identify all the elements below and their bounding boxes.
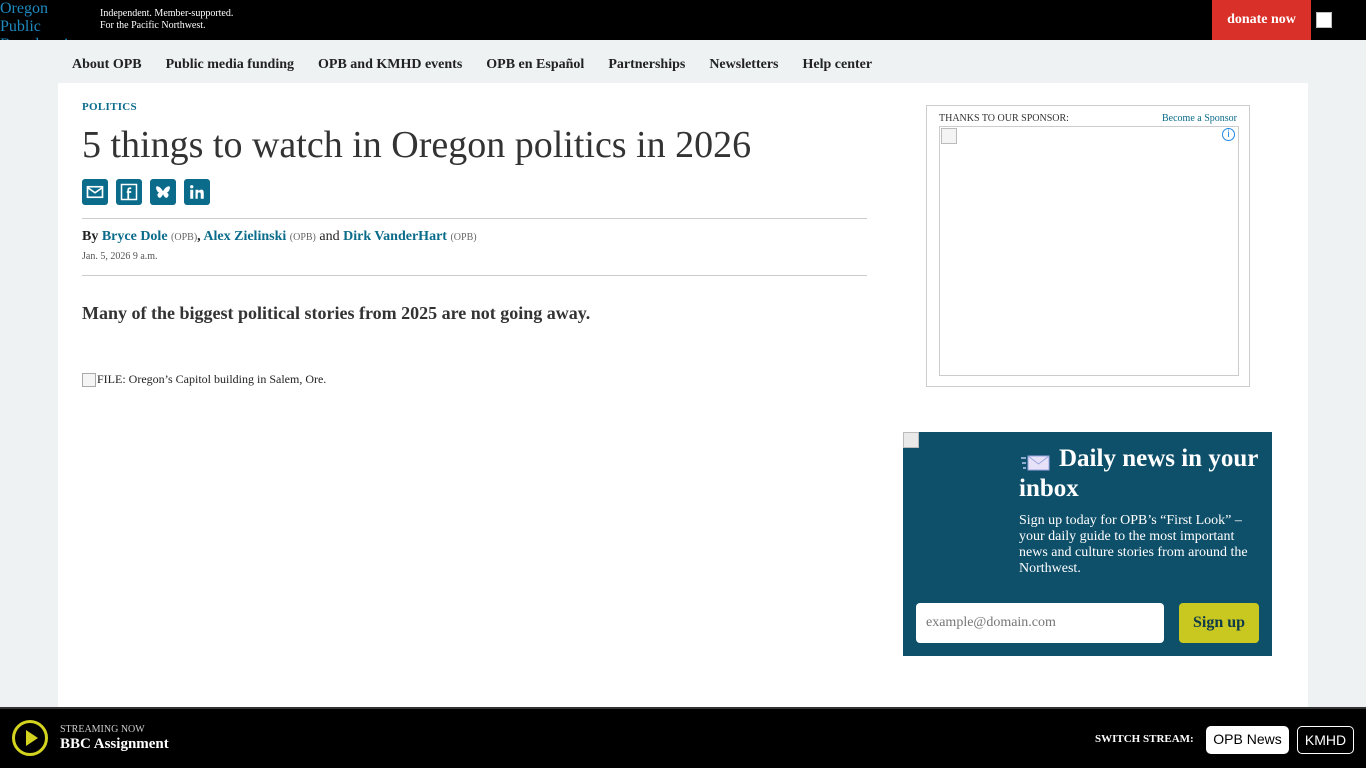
divider xyxy=(82,275,867,276)
main-content: POLITICS 5 things to watch in Oregon pol… xyxy=(58,83,1308,708)
broken-image-icon[interactable] xyxy=(1316,12,1332,28)
email-icon[interactable] xyxy=(82,179,108,205)
author-org: (OPB) xyxy=(171,232,198,243)
broken-image-icon xyxy=(903,432,919,448)
byline-by: By xyxy=(82,229,99,244)
nav-item-help-center[interactable]: Help center xyxy=(803,57,873,73)
signup-button[interactable]: Sign up xyxy=(1179,603,1259,643)
play-icon[interactable] xyxy=(12,720,48,756)
newsletter-signup: Daily news in your inbox Sign up today f… xyxy=(903,432,1272,656)
sponsor-box: THANKS TO OUR SPONSOR: Become a Sponsor … xyxy=(926,105,1250,387)
sponsor-label: THANKS TO OUR SPONSOR: xyxy=(939,113,1069,124)
nav-item-public-media-funding[interactable]: Public media funding xyxy=(166,57,294,73)
newsletter-title: Daily news in your inbox xyxy=(1019,445,1258,502)
article-dek: Many of the biggest political stories fr… xyxy=(82,303,591,323)
author-org: (OPB) xyxy=(450,232,477,243)
tagline-line-1: Independent. Member-supported. xyxy=(100,8,234,19)
publish-date: Jan. 5, 2026 9 a.m. xyxy=(82,251,158,262)
broken-image-icon xyxy=(82,372,96,387)
become-sponsor-link[interactable]: Become a Sponsor xyxy=(1162,113,1237,124)
photo-alt-text: FILE: Oregon’s Capitol building in Salem… xyxy=(97,372,327,386)
bluesky-icon[interactable] xyxy=(150,179,176,205)
broken-image-icon xyxy=(941,128,957,144)
nav-item-newsletters[interactable]: Newsletters xyxy=(709,57,778,73)
top-bar: Oregon Public Broadcasting Independent. … xyxy=(0,0,1366,40)
article-photo: FILE: Oregon’s Capitol building in Salem… xyxy=(82,372,326,387)
section-tag[interactable]: POLITICS xyxy=(82,101,137,113)
donate-button[interactable]: donate now xyxy=(1212,0,1311,40)
streaming-bar: STREAMING NOW BBC Assignment SWITCH STRE… xyxy=(0,707,1366,768)
author-org: (OPB) xyxy=(289,232,316,243)
streaming-title: BBC Assignment xyxy=(60,736,169,752)
author-link-alex-zielinski[interactable]: Alex Zielinski xyxy=(203,229,286,244)
linkedin-icon[interactable] xyxy=(184,179,210,205)
nav-item-events[interactable]: OPB and KMHD events xyxy=(318,57,462,73)
stream-button-kmhd[interactable]: KMHD xyxy=(1297,726,1354,754)
share-bar xyxy=(82,179,210,205)
divider xyxy=(82,218,867,219)
stream-button-opb-news[interactable]: OPB News xyxy=(1206,726,1289,754)
email-field[interactable] xyxy=(916,603,1164,643)
ad-info-icon[interactable]: i xyxy=(1222,128,1235,141)
streaming-label: STREAMING NOW xyxy=(60,724,145,735)
sponsor-ad[interactable]: i xyxy=(939,126,1239,376)
tagline: Independent. Member-supported. For the P… xyxy=(100,8,233,32)
switch-stream-label: SWITCH STREAM: xyxy=(1095,733,1194,745)
author-link-bryce-dole[interactable]: Bryce Dole xyxy=(102,229,168,244)
nav-item-opb-en-espanol[interactable]: OPB en Español xyxy=(486,57,584,73)
article-headline: 5 things to watch in Oregon politics in … xyxy=(82,124,752,166)
nav-item-about-opb[interactable]: About OPB xyxy=(72,57,142,73)
facebook-icon[interactable] xyxy=(116,179,142,205)
secondary-nav: About OPB Public media funding OPB and K… xyxy=(58,47,1308,83)
nav-item-partnerships[interactable]: Partnerships xyxy=(608,57,685,73)
newsletter-description: Sign up today for OPB’s “First Look” – y… xyxy=(1019,513,1248,576)
byline-and: and xyxy=(319,229,340,244)
author-link-dirk-vanderhart[interactable]: Dirk VanderHart xyxy=(343,229,447,244)
tagline-line-2: For the Pacific Northwest. xyxy=(100,20,206,31)
opb-logo[interactable]: Oregon Public Broadcasting xyxy=(0,0,72,40)
byline: By Bryce Dole (OPB), Alex Zielinski (OPB… xyxy=(82,229,477,244)
